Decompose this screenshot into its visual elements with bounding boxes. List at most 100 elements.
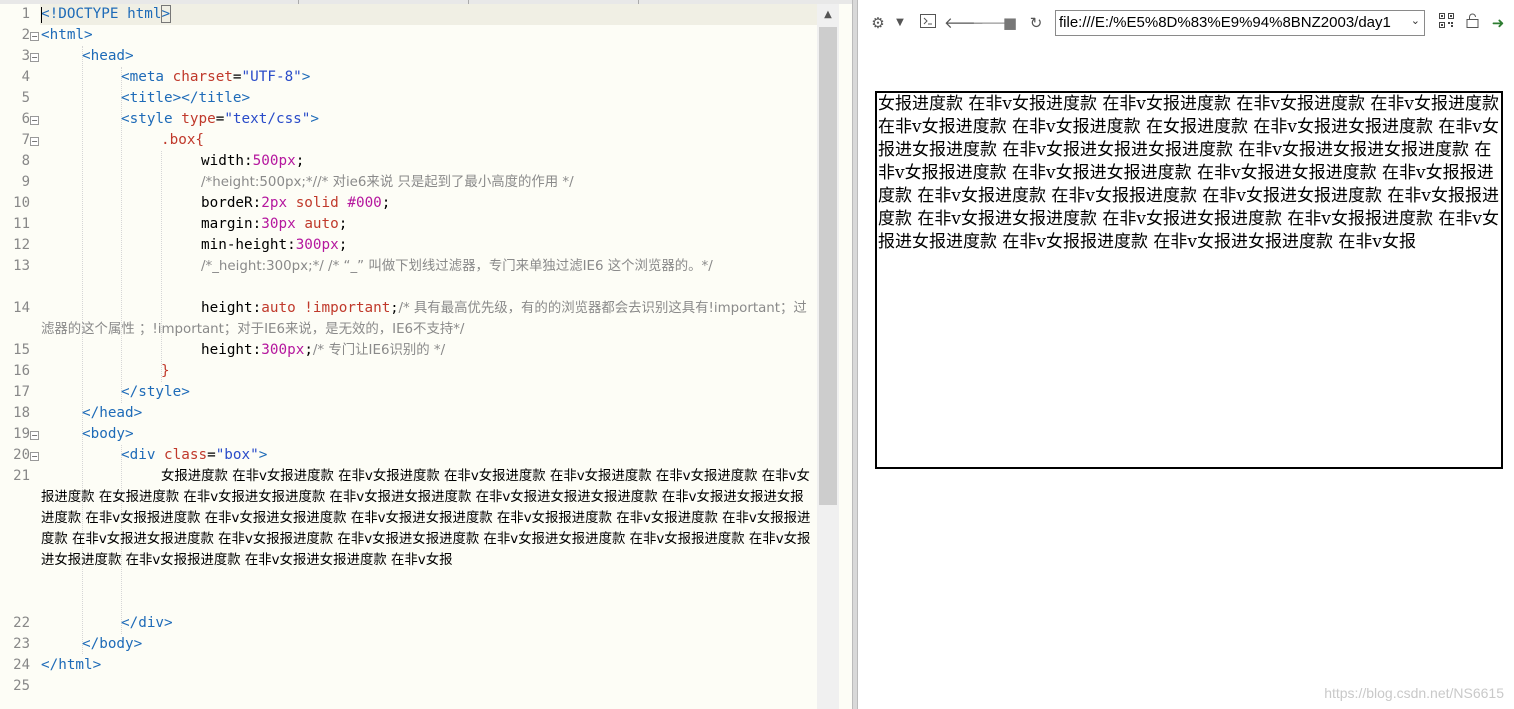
fold-toggle-icon[interactable]: − <box>30 431 39 440</box>
code-token: ; <box>304 342 313 358</box>
line-number: 20 <box>13 447 30 463</box>
code-token: min-height: <box>201 237 296 253</box>
line-number: 4 <box>21 69 30 85</box>
code-token: <div <box>121 447 156 463</box>
code-area[interactable]: <!DOCTYPE html> <html> <head> <meta char… <box>41 4 817 709</box>
code-token: </head> <box>82 405 143 421</box>
code-token: type <box>181 111 216 127</box>
code-token: > <box>301 69 311 85</box>
console-icon[interactable] <box>918 12 938 34</box>
fold-toggle-icon[interactable]: − <box>30 53 39 62</box>
editor-scrollbar[interactable]: ▲ <box>817 4 839 709</box>
line-number: 19 <box>13 426 30 442</box>
code-token: 2px <box>261 195 288 211</box>
line-number: 25 <box>13 678 30 694</box>
scrollbar-thumb[interactable] <box>819 27 837 505</box>
fold-toggle-icon[interactable]: − <box>30 116 39 125</box>
code-token: /*height:500px;*//* 对ie6来说 只是起到了最小高度的作用 … <box>201 175 574 190</box>
fold-toggle-icon[interactable]: − <box>30 452 39 461</box>
line-number: 13 <box>13 258 30 274</box>
go-icon[interactable]: ➜ <box>1488 12 1508 34</box>
code-token: solid <box>295 195 339 211</box>
code-token: auto !important <box>261 300 391 316</box>
code-line: /*height:500px;*//* 对ie6来说 只是起到了最小高度的作用 … <box>201 172 574 193</box>
code-line: </style> <box>121 382 190 403</box>
code-token: </html> <box>41 657 102 673</box>
code-token: } <box>161 363 170 379</box>
code-token: #000 <box>347 195 382 211</box>
code-token: ; <box>338 216 348 232</box>
code-token: auto <box>304 216 339 232</box>
dropdown-icon[interactable]: ▼ <box>890 12 910 34</box>
code-token: charset <box>172 69 233 85</box>
code-token: height: <box>201 342 262 358</box>
code-token: /*_height:300px;*/ /* “_” 叫做下划线过滤器，专门来单独… <box>201 259 713 274</box>
line-number: 6 <box>21 111 30 127</box>
line-number: 22 <box>13 615 30 631</box>
line-number: 14 <box>13 300 30 316</box>
code-editor[interactable]: 1 2 − 3 − 4 5 6 − 7 − 8 9 10 11 12 13 14… <box>0 0 852 709</box>
code-token: 300px <box>261 342 305 358</box>
line-number: 18 <box>13 405 30 421</box>
watermark: https://blog.csdn.net/NS6615 <box>1324 685 1504 701</box>
line-number: 9 <box>21 174 30 190</box>
box-content-text: 女报进度款 在非v女报进度款 在非v女报进度款 在非v女报进度款 在非v女报进度… <box>878 94 1500 252</box>
code-line: </head> <box>82 403 142 424</box>
code-token: ; <box>295 153 305 169</box>
address-url[interactable]: file:///E:/%E5%8D%83%E9%94%8BNZ2003/day1 <box>1059 14 1404 31</box>
lock-icon[interactable] <box>1462 12 1482 34</box>
code-line: <div class="box"> <box>121 445 267 466</box>
scroll-up-icon[interactable]: ▲ <box>817 4 839 26</box>
code-line: 女报进度款 在非v女报进度款 在非v女报进度款 在非v女报进度款 在非v女报进度… <box>41 466 811 571</box>
code-line: <title></title> <box>121 88 250 109</box>
line-number: 5 <box>21 90 30 106</box>
stop-icon[interactable]: ■ <box>1000 12 1020 34</box>
line-number: 17 <box>13 384 30 400</box>
code-token: <title></title> <box>121 90 251 106</box>
code-token: .box{ <box>161 132 205 148</box>
address-bar[interactable]: file:///E:/%E5%8D%83%E9%94%8BNZ2003/day1… <box>1055 10 1425 36</box>
code-token: <meta <box>121 69 165 85</box>
line-number: 11 <box>13 216 30 232</box>
code-token: <html> <box>41 27 93 43</box>
line-number: 3 <box>21 48 30 64</box>
browser-toolbar: ⚙ ▼ 🡐 🡒 ■ ↻ file:///E:/%E5%8D%83%E9%94%8… <box>858 0 1514 46</box>
line-number: 2 <box>21 27 30 43</box>
code-token: margin: <box>201 216 262 232</box>
settings-icon[interactable]: ⚙ <box>868 12 888 34</box>
fold-toggle-icon[interactable]: − <box>30 137 39 146</box>
code-token: 女报进度款 在非v女报进度款 在非v女报进度款 在非v女报进度款 在非v女报进度… <box>41 469 811 568</box>
code-token: class <box>164 447 208 463</box>
qr-code-icon[interactable] <box>1436 12 1456 34</box>
chevron-down-icon[interactable]: ⌄ <box>1411 14 1420 27</box>
box-div: 女报进度款 在非v女报进度款 在非v女报进度款 在非v女报进度款 在非v女报进度… <box>875 91 1503 469</box>
code-line: height:auto !important;/* 具有最高优先级，有的的浏览器… <box>41 298 811 340</box>
code-token: ; <box>338 237 348 253</box>
code-token: </body> <box>82 636 143 652</box>
code-line: width:500px; <box>201 151 304 172</box>
code-token: </div> <box>121 615 173 631</box>
code-token: > <box>160 5 172 23</box>
code-token: > <box>258 447 268 463</box>
code-token: <style <box>121 111 173 127</box>
code-token: width: <box>201 153 253 169</box>
back-icon[interactable]: 🡐 <box>944 12 984 34</box>
code-token: <head> <box>82 48 134 64</box>
forward-icon[interactable]: 🡒 <box>972 12 1012 34</box>
line-number-gutter: 1 2 − 3 − 4 5 6 − 7 − 8 9 10 11 12 13 14… <box>0 4 40 709</box>
code-line: bordeR:2px solid #000; <box>201 193 390 214</box>
code-token: "text/css" <box>224 111 311 127</box>
line-number: 8 <box>21 153 30 169</box>
fold-toggle-icon[interactable]: − <box>30 32 39 41</box>
code-token: bordeR: <box>201 195 262 211</box>
code-token: /* 具有最高优先级，有的的浏览器都会去识别这具有!important；过滤器的… <box>41 301 807 337</box>
code-line: </body> <box>82 634 142 655</box>
code-line: <head> <box>82 46 134 67</box>
browser-preview: ⚙ ▼ 🡐 🡒 ■ ↻ file:///E:/%E5%8D%83%E9%94%8… <box>858 0 1514 709</box>
code-token: /* 专门让IE6识别的 */ <box>312 343 446 358</box>
reload-icon[interactable]: ↻ <box>1026 12 1046 34</box>
code-token: = <box>207 447 216 463</box>
line-number: 16 <box>13 363 30 379</box>
code-line: <meta charset="UTF-8"> <box>121 67 310 88</box>
code-token: height: <box>201 300 262 316</box>
